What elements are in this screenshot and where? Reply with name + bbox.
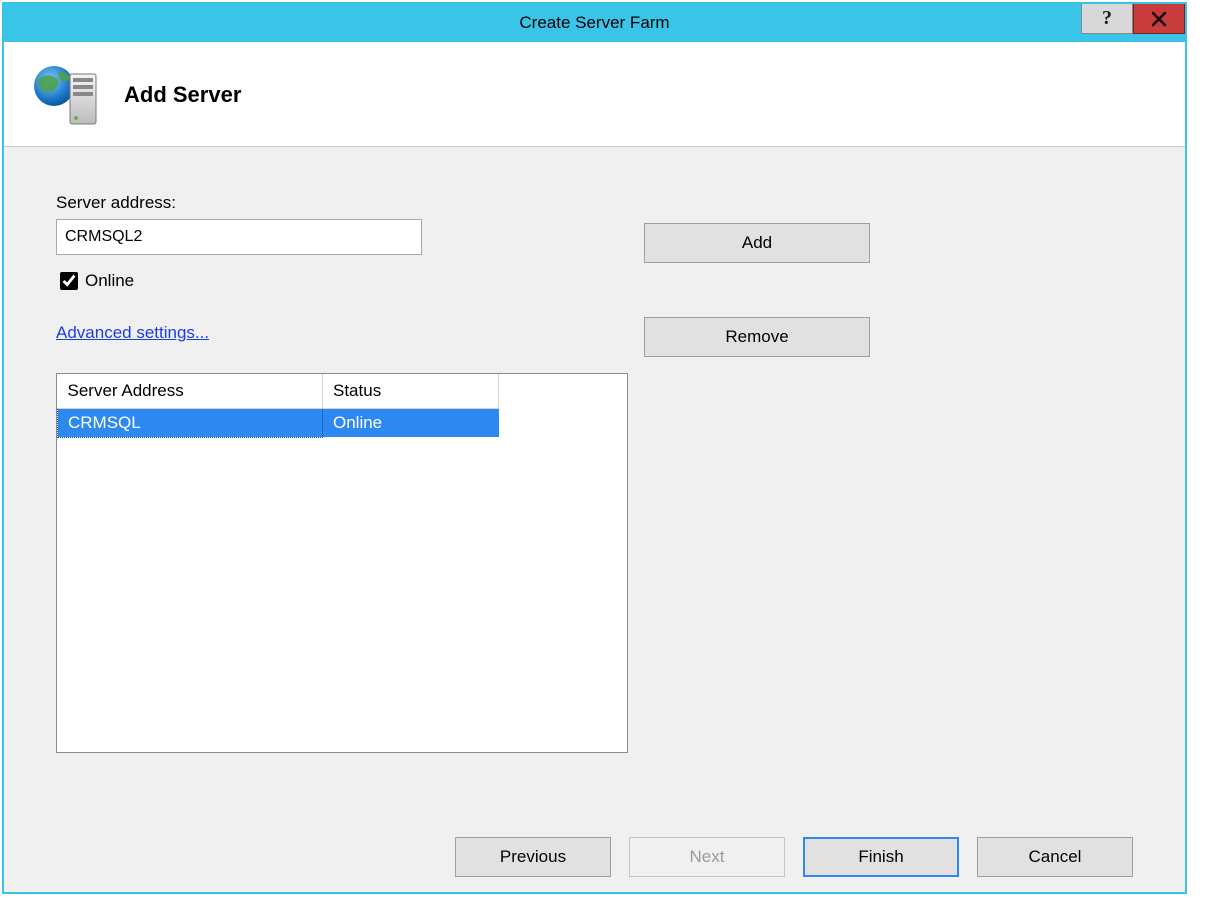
page-title: Add Server — [124, 82, 241, 108]
next-button: Next — [629, 837, 785, 877]
close-button[interactable] — [1133, 4, 1185, 34]
table-row[interactable]: CRMSQL Online — [58, 408, 499, 437]
remove-button[interactable]: Remove — [644, 317, 870, 357]
column-header-status[interactable]: Status — [323, 374, 499, 408]
close-icon — [1151, 11, 1167, 27]
online-label: Online — [85, 271, 134, 291]
online-checkbox[interactable] — [60, 272, 78, 290]
titlebar: Create Server Farm ? — [4, 4, 1185, 42]
left-column: Server address: Online Advanced settings… — [56, 193, 636, 753]
window-controls: ? — [1081, 4, 1185, 42]
finish-button[interactable]: Finish — [803, 837, 959, 877]
cell-address: CRMSQL — [58, 408, 323, 437]
cancel-button[interactable]: Cancel — [977, 837, 1133, 877]
column-header-address[interactable]: Server Address — [58, 374, 323, 408]
server-farm-icon — [32, 60, 102, 130]
cell-status: Online — [323, 408, 499, 437]
server-address-input[interactable] — [56, 219, 422, 255]
window-title: Create Server Farm — [4, 13, 1185, 33]
wizard-footer: Previous Next Finish Cancel — [4, 822, 1185, 892]
add-button[interactable]: Add — [644, 223, 870, 263]
content: Server address: Online Advanced settings… — [4, 147, 1185, 822]
advanced-settings-link[interactable]: Advanced settings... — [56, 323, 209, 343]
server-address-label: Server address: — [56, 193, 636, 213]
servers-listview[interactable]: Server Address Status CRMSQL Online — [56, 373, 628, 753]
previous-button[interactable]: Previous — [455, 837, 611, 877]
dialog-window: Create Server Farm ? — [2, 2, 1187, 894]
right-column: Add Remove — [644, 223, 870, 357]
page-header: Add Server — [4, 42, 1185, 147]
help-button[interactable]: ? — [1081, 4, 1133, 34]
